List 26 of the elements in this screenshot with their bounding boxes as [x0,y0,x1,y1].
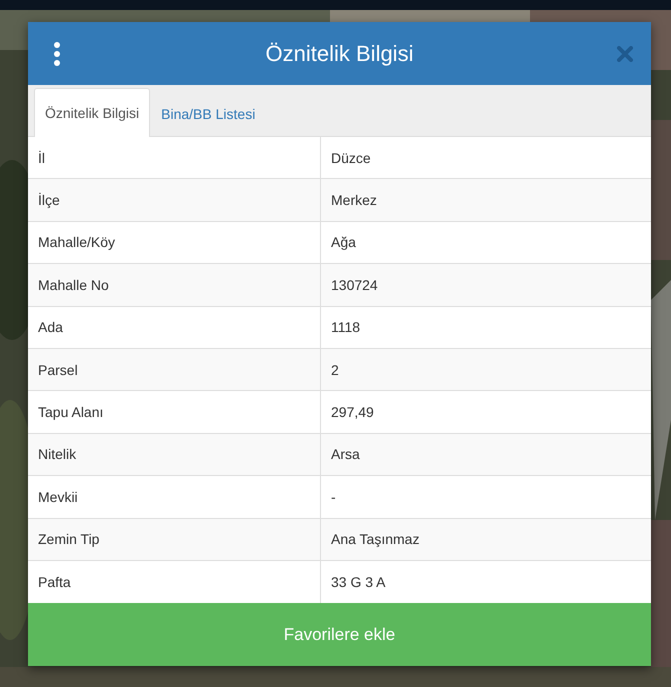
attribute-label: Mahalle No [28,264,321,306]
attribute-value: Ağa [330,233,357,252]
attribute-value: Düzce [330,148,372,168]
add-favorites-button[interactable]: Favorilere ekle [28,603,651,666]
attribute-value: - [330,488,337,507]
attribute-label: Zemin Tip [28,518,321,560]
attribute-label: Ada [28,306,321,348]
attribute-label: Mevkii [28,476,321,518]
attribute-label: Nitelik [28,434,321,476]
attribute-value: Merkez [330,191,378,210]
attribute-value: 33 G 3 A [330,573,386,592]
attribute-label: Tapu Alanı [28,391,321,433]
dialog-title: Öznitelik Bilgisi [264,40,414,66]
attribute-label: Mahalle/Köy [28,222,321,264]
attribute-value: 1118 [330,318,362,338]
attribute-value: 2 [330,360,340,380]
menu-icon[interactable] [52,42,62,66]
attribute-label: İl [28,137,321,178]
attribute-label: İlçe [28,179,321,221]
tab[interactable]: Öznitelik Bilgisi [34,88,150,137]
tab[interactable]: Bina/BB Listesi [150,89,266,137]
attribute-value: 130724 [330,276,379,295]
attribute-label: Parsel [28,348,321,390]
attribute-value: Arsa [330,445,361,464]
attribute-value: Ana Taşınmaz [330,530,420,550]
attribute-value: 297,49 [330,403,375,422]
